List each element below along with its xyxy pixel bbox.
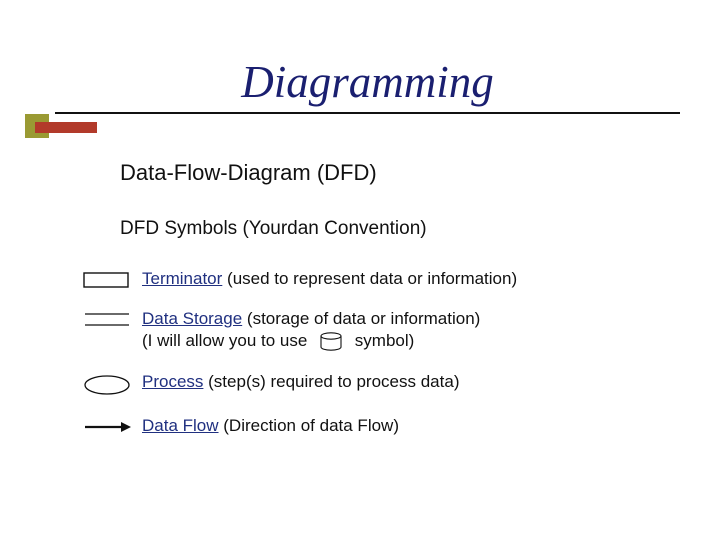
cylinder-icon	[314, 330, 348, 353]
list-item: Data Storage (storage of data or informa…	[78, 308, 680, 353]
section-heading: DFD Symbols (Yourdan Convention)	[120, 218, 427, 240]
terminator-icon	[78, 268, 136, 290]
subtitle: Data-Flow-Diagram (DFD)	[120, 160, 377, 186]
accent-decoration	[25, 110, 105, 148]
item-description: Terminator (used to represent data or in…	[136, 268, 680, 290]
process-icon	[78, 371, 136, 397]
data-storage-icon	[78, 308, 136, 330]
item-label: Process	[142, 372, 203, 391]
item-description: Data Storage (storage of data or informa…	[136, 308, 680, 353]
item-label: Terminator	[142, 269, 222, 288]
item-description: Process (step(s) required to process dat…	[136, 371, 680, 393]
data-flow-icon	[78, 415, 136, 437]
list-item: Data Flow (Direction of data Flow)	[78, 415, 680, 437]
item-label: Data Flow	[142, 416, 219, 435]
page-title: Diagramming	[55, 56, 680, 108]
item-description: Data Flow (Direction of data Flow)	[136, 415, 680, 437]
item-label: Data Storage	[142, 309, 242, 328]
list-item: Terminator (used to represent data or in…	[78, 268, 680, 290]
title-block: Diagramming	[55, 56, 680, 114]
symbol-list: Terminator (used to represent data or in…	[78, 268, 680, 455]
list-item: Process (step(s) required to process dat…	[78, 371, 680, 397]
